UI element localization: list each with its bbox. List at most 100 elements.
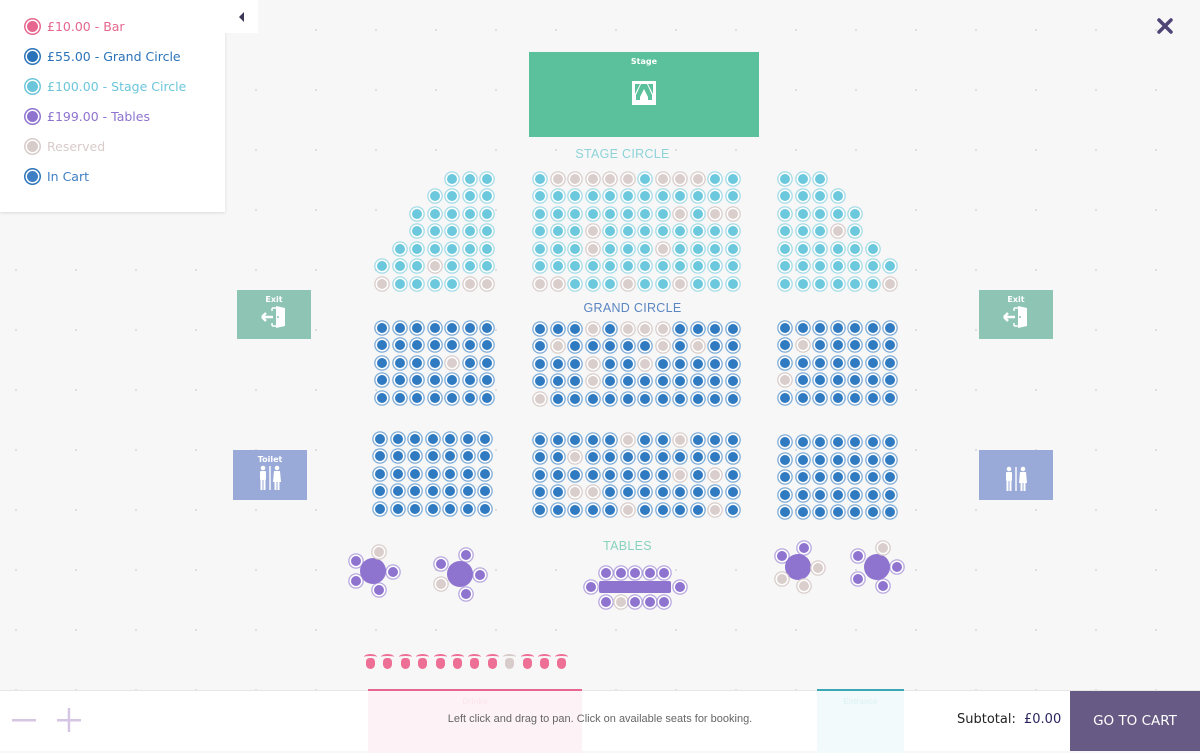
table-seat[interactable] [351,576,361,586]
stage-circle-seat[interactable] [464,226,475,236]
grand-circle-seat[interactable] [412,375,422,385]
stage-circle-seat[interactable] [657,226,668,236]
grand-circle-seat[interactable] [797,322,808,333]
stage-circle-seat[interactable] [464,261,475,271]
stage-circle-seat[interactable] [429,243,440,254]
grand-circle-seat[interactable] [447,322,457,333]
grand-circle-seat[interactable] [797,392,808,403]
grand-circle-seat[interactable] [587,341,598,351]
stage-circle-seat[interactable] [867,261,878,271]
grand-circle-seat[interactable] [535,323,545,334]
stage-circle-seat[interactable] [727,243,738,254]
table-seat[interactable] [475,570,485,580]
grand-circle-seat[interactable] [410,503,420,514]
grand-circle-seat[interactable] [815,357,825,368]
stage-circle-seat[interactable] [832,191,843,201]
grand-circle-seat[interactable] [867,322,878,333]
grand-circle-seat[interactable] [445,503,455,514]
stage-circle-seat[interactable] [675,243,685,254]
grand-circle-seat[interactable] [462,468,473,479]
grand-circle-seat[interactable] [692,469,703,480]
grand-circle-seat[interactable] [410,486,420,496]
grand-circle-seat[interactable] [412,340,422,350]
stage-circle-seat[interactable] [657,208,668,219]
table-seat[interactable] [461,589,471,599]
stage-circle-seat[interactable] [692,243,703,254]
table-seat[interactable] [388,567,398,577]
grand-circle-seat[interactable] [832,340,843,350]
stage-circle-seat[interactable] [605,191,615,201]
grand-circle-seat[interactable] [885,375,895,385]
grand-circle-seat[interactable] [850,507,860,517]
stage-circle-seat[interactable] [815,243,825,254]
stage-circle-seat[interactable] [727,261,738,271]
stage-circle-seat[interactable] [464,191,475,201]
grand-circle-seat[interactable] [850,472,860,482]
grand-circle-seat[interactable] [675,341,685,351]
grand-circle-seat[interactable] [727,504,738,515]
bar-seat[interactable] [485,654,499,669]
stage-circle-seat[interactable] [570,261,580,271]
grand-circle-seat[interactable] [587,434,598,445]
grand-circle-seat[interactable] [780,454,790,465]
table-seat[interactable] [586,582,596,592]
stage-circle-seat[interactable] [780,261,790,271]
grand-circle-seat[interactable] [885,472,895,482]
stage-circle-seat[interactable] [727,226,738,236]
stage-circle-seat[interactable] [464,208,475,219]
grand-circle-seat[interactable] [462,433,473,444]
stage-circle-seat[interactable] [692,278,703,289]
stage-circle-seat[interactable] [780,278,790,289]
grand-circle-seat[interactable] [675,376,685,386]
grand-circle-seat[interactable] [657,469,668,480]
table-seat[interactable] [659,568,669,578]
grand-circle-seat[interactable] [815,340,825,350]
grand-circle-seat[interactable] [710,452,720,462]
grand-circle-seat[interactable] [867,357,878,368]
grand-circle-seat[interactable] [815,507,825,517]
grand-circle-seat[interactable] [797,489,808,500]
stage-circle-seat[interactable] [710,191,720,201]
grand-circle-seat[interactable] [392,468,403,479]
grand-circle-seat[interactable] [375,451,385,461]
table-seat[interactable] [374,585,384,595]
grand-circle-seat[interactable] [447,392,457,403]
grand-circle-seat[interactable] [692,504,703,515]
table-seat[interactable] [659,597,669,607]
grand-circle-seat[interactable] [552,376,563,386]
stage-circle-seat[interactable] [464,243,475,254]
stage-circle-seat[interactable] [640,278,650,289]
stage-circle-seat[interactable] [622,191,633,201]
grand-circle-seat[interactable] [832,472,843,482]
stage-circle-seat[interactable] [692,191,703,201]
grand-circle-seat[interactable] [605,469,615,480]
grand-circle-seat[interactable] [867,507,878,517]
stage-circle-seat[interactable] [535,226,545,236]
grand-circle-seat[interactable] [727,434,738,445]
grand-circle-seat[interactable] [427,503,438,514]
table-seat[interactable] [630,568,640,578]
grand-circle-seat[interactable] [850,322,860,333]
grand-circle-seat[interactable] [605,376,615,386]
stage-circle-seat[interactable] [780,191,790,201]
grand-circle-seat[interactable] [640,452,650,462]
stage-circle-seat[interactable] [570,278,580,289]
grand-circle-seat[interactable] [640,434,650,445]
table-seat[interactable] [777,551,787,561]
stage-circle-seat[interactable] [482,261,492,271]
grand-circle-seat[interactable] [605,358,615,369]
stage-circle-seat[interactable] [692,208,703,219]
stage-circle-seat[interactable] [535,243,545,254]
grand-circle-seat[interactable] [622,341,633,351]
grand-circle-seat[interactable] [675,504,685,515]
grand-circle-seat[interactable] [570,358,580,369]
grand-circle-seat[interactable] [375,433,385,444]
table-seat[interactable] [615,568,626,578]
stage-circle-seat[interactable] [622,208,633,219]
legend-toggle-button[interactable] [225,0,258,33]
grand-circle-seat[interactable] [867,392,878,403]
grand-circle-seat[interactable] [394,375,405,385]
grand-circle-seat[interactable] [587,452,598,462]
grand-circle-seat[interactable] [640,487,650,497]
stage-circle-seat[interactable] [587,278,598,289]
